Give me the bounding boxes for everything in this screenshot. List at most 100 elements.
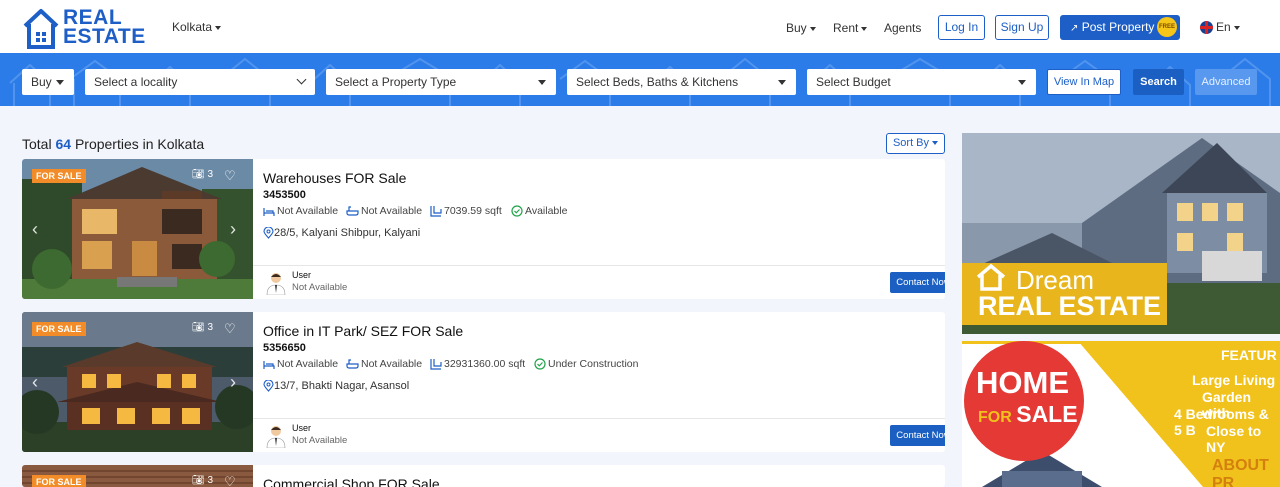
for-sale-tag: FOR SALE <box>32 169 86 183</box>
camera-icon: 📷︎ <box>192 322 205 333</box>
chevron-right-icon[interactable]: › <box>230 372 236 393</box>
chevron-left-icon[interactable]: ‹ <box>32 372 38 393</box>
advanced-button[interactable]: Advanced <box>1195 69 1257 95</box>
listing-photo[interactable]: FOR SALE 📷︎ 3 ♡ ‹ › <box>22 312 253 452</box>
caret-down-icon <box>809 26 816 31</box>
photo-count-value: 3 <box>207 169 214 180</box>
sort-by-button[interactable]: Sort By <box>886 133 945 154</box>
area-value: 7039.59 sqft <box>444 205 502 217</box>
city-selector[interactable]: Kolkata <box>172 20 222 34</box>
listing-photo[interactable]: FOR SALE 📷︎ 3 ♡ ‹ › <box>22 159 253 299</box>
heart-icon[interactable]: ♡ <box>224 474 236 487</box>
pointer-icon: ↗ <box>1070 23 1079 34</box>
ad2-line4: Close to NY <box>1206 423 1262 455</box>
beds-info: Not Available <box>263 358 338 370</box>
area-info: 7039.59 sqft <box>430 205 502 217</box>
for-sale-tag: FOR SALE <box>32 475 86 487</box>
user-name: User <box>292 270 312 280</box>
photo-count-value: 3 <box>207 322 214 333</box>
caret-down-icon <box>1018 80 1026 85</box>
chevron-down-icon <box>296 74 307 85</box>
nav-buy-label: Buy <box>786 21 807 35</box>
beds-select[interactable]: Select Beds, Baths & Kitchens <box>567 69 796 95</box>
bed-icon <box>263 361 275 369</box>
ad2-features: FEATUR <box>1221 347 1277 363</box>
signup-button[interactable]: Sign Up <box>995 15 1049 40</box>
city-label: Kolkata <box>172 20 213 34</box>
budget-select[interactable]: Select Budget <box>807 69 1036 95</box>
area-icon <box>430 206 442 217</box>
chevron-left-icon[interactable]: ‹ <box>32 219 38 240</box>
sort-by-label: Sort By <box>892 137 930 149</box>
camera-icon: 📷︎ <box>192 169 205 180</box>
listing-title[interactable]: Warehouses FOR Sale <box>263 170 406 186</box>
user-subtitle: Not Available <box>292 435 348 446</box>
language-label: En <box>1216 20 1231 34</box>
login-button[interactable]: Log In <box>938 15 985 40</box>
post-property-button[interactable]: ↗ Post Property FREE <box>1060 15 1180 40</box>
language-selector[interactable]: En <box>1200 20 1240 35</box>
nav-rent[interactable]: Rent <box>833 21 868 35</box>
listing-photo[interactable]: FOR SALE 📷︎ 3 ♡ <box>22 465 253 487</box>
baths-value: Not Available <box>361 205 423 217</box>
nav-buy[interactable]: Buy <box>786 21 816 35</box>
bath-icon <box>346 359 359 369</box>
bath-icon <box>346 206 359 216</box>
mode-select-value: Buy <box>31 75 52 89</box>
ad2-for: FOR <box>978 409 1012 426</box>
search-button[interactable]: Search <box>1133 69 1184 95</box>
property-type-select-value: Select a Property Type <box>335 75 457 89</box>
budget-select-value: Select Budget <box>816 75 891 89</box>
results-count: Total 64 Properties in Kolkata <box>22 136 204 152</box>
contact-now-button[interactable]: Contact Now <box>890 272 945 293</box>
locality-select-value: Select a locality <box>94 75 178 89</box>
nav-rent-label: Rent <box>833 21 859 35</box>
for-sale-tag: FOR SALE <box>32 322 86 336</box>
heart-icon[interactable]: ♡ <box>224 168 236 184</box>
photo-count: 📷︎ 3 <box>192 169 213 180</box>
view-in-map-button[interactable]: View In Map <box>1047 69 1121 95</box>
caret-down-icon <box>932 141 939 146</box>
caret-down-icon <box>778 80 786 85</box>
baths-value: Not Available <box>361 358 423 370</box>
mode-select[interactable]: Buy <box>22 69 74 95</box>
property-type-select[interactable]: Select a Property Type <box>326 69 556 95</box>
listing-title[interactable]: Commercial Shop FOR Sale <box>263 476 440 487</box>
location-pin-icon <box>263 380 274 392</box>
listing-title[interactable]: Office in IT Park/ SEZ FOR Sale <box>263 323 463 339</box>
contact-now-button[interactable]: Contact Now <box>890 425 945 446</box>
nav-agents-label: Agents <box>884 21 922 35</box>
nav-agents[interactable]: Agents <box>884 21 921 35</box>
status-info: Available <box>511 205 567 217</box>
top-header: REAL ESTATE Kolkata Buy Rent Agents Log … <box>0 0 1280 53</box>
site-logo[interactable]: REAL ESTATE <box>22 6 145 50</box>
ad1-line2: REAL ESTATE <box>978 291 1162 321</box>
results-number: 64 <box>55 136 72 152</box>
uk-flag-icon <box>1200 21 1213 35</box>
area-info: 32931360.00 sqft <box>430 358 525 370</box>
listing-card[interactable]: FOR SALE 📷︎ 3 ♡ Commercial Shop FOR Sale <box>22 465 945 487</box>
photo-count-value: 3 <box>207 475 214 486</box>
user-name: User <box>292 423 312 433</box>
area-icon <box>430 359 442 370</box>
home-for-sale-ad[interactable]: HOME FOR SALE FEATUR Large Living Garden… <box>962 341 1280 487</box>
house-icon <box>976 263 1006 291</box>
caret-down-icon <box>538 80 546 85</box>
caret-down-icon <box>861 26 868 31</box>
listing-card[interactable]: FOR SALE 📷︎ 3 ♡ ‹ › Warehouses FOR Sale … <box>22 159 945 299</box>
chevron-right-icon[interactable]: › <box>230 219 236 240</box>
user-subtitle: Not Available <box>292 282 348 293</box>
ad2-about: ABOUT PR <box>1212 457 1269 487</box>
dream-real-estate-ad[interactable]: Dream REAL ESTATE <box>962 133 1280 334</box>
beds-info: Not Available <box>263 205 338 217</box>
heart-icon[interactable]: ♡ <box>224 321 236 337</box>
listing-card[interactable]: FOR SALE 📷︎ 3 ♡ ‹ › Office in IT Park/ S… <box>22 312 945 452</box>
house-logo-icon <box>23 9 59 49</box>
listing-footer: User Not Available Contact Now <box>253 265 945 299</box>
beds-value: Not Available <box>277 205 339 217</box>
locality-select[interactable]: Select a locality <box>85 69 315 95</box>
check-circle-icon <box>511 205 523 217</box>
status-value: Available <box>525 205 568 217</box>
bed-icon <box>263 208 275 216</box>
address-value: 13/7, Bhakti Nagar, Asansol <box>274 380 410 392</box>
